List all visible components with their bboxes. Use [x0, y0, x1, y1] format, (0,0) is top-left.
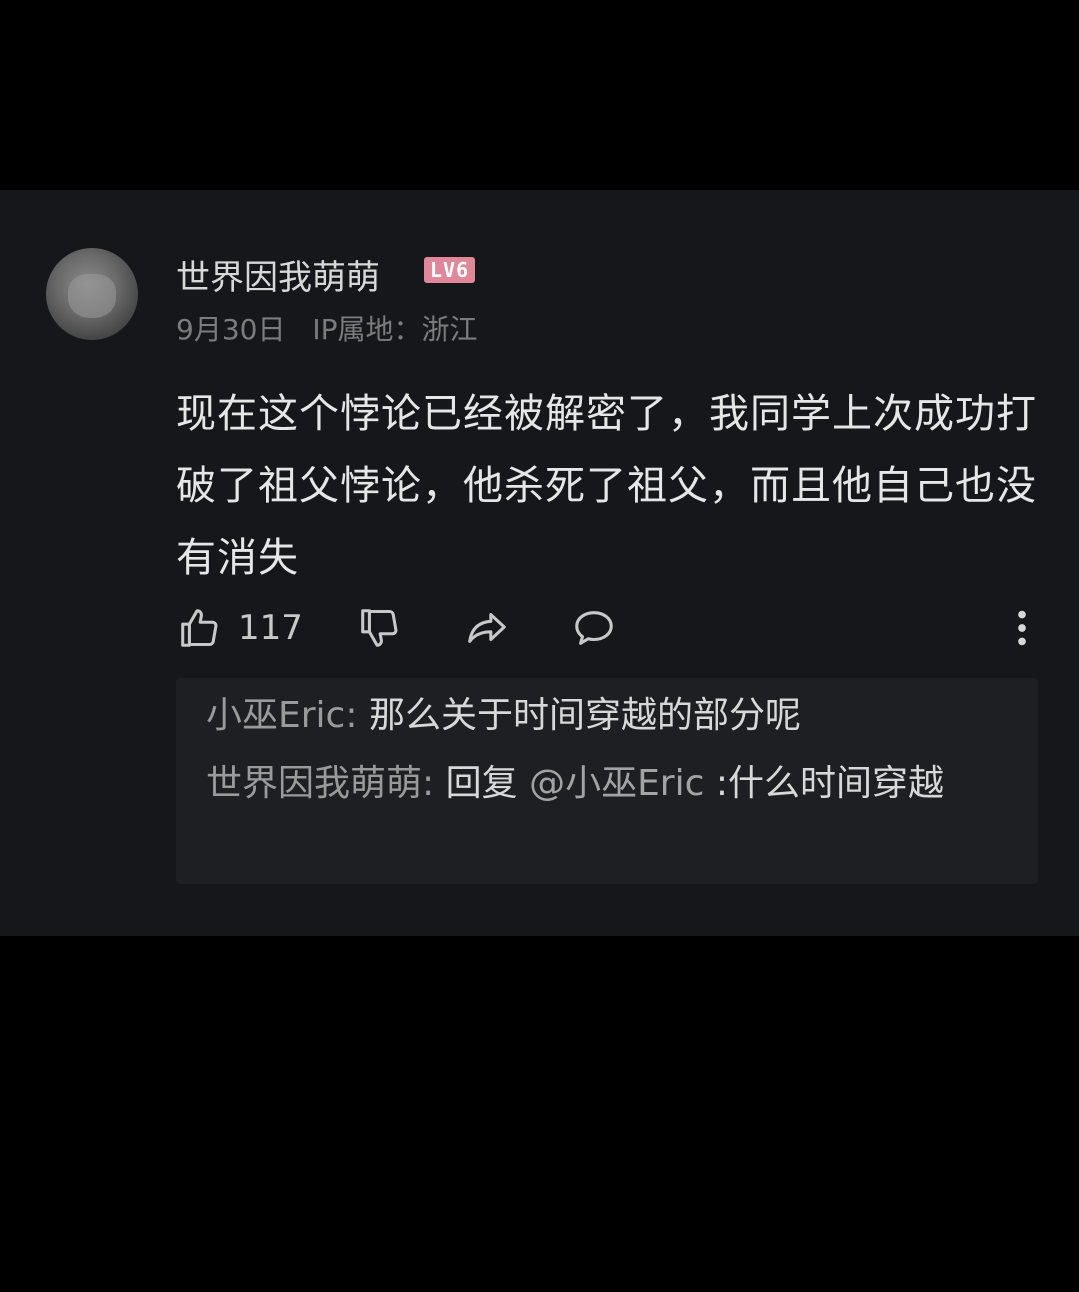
- dislike-button[interactable]: [356, 600, 402, 656]
- reply-author[interactable]: 世界因我萌萌:: [206, 763, 434, 804]
- share-icon: [464, 605, 510, 651]
- avatar-image: [68, 274, 116, 318]
- reply-prefix: 回复: [445, 763, 518, 804]
- more-button[interactable]: [1008, 600, 1036, 656]
- reply-text: :什么时间穿越: [715, 763, 944, 804]
- comment-meta: 9月30日 IP属地：浙江: [176, 308, 496, 348]
- comment-bubble-icon: [570, 605, 618, 651]
- reply-button[interactable]: [570, 600, 618, 656]
- comment-card: 世界因我萌萌 LV6 9月30日 IP属地：浙江 现在这个悖论已经被解密了，我同…: [0, 190, 1079, 936]
- avatar[interactable]: [46, 248, 138, 340]
- share-button[interactable]: [464, 600, 510, 656]
- reply-author[interactable]: 小巫Eric:: [206, 695, 357, 736]
- more-vertical-icon: [1008, 605, 1036, 651]
- reply-text: 那么关于时间穿越的部分呢: [368, 695, 801, 736]
- like-count: 117: [238, 608, 303, 648]
- reply-item[interactable]: 小巫Eric: 那么关于时间穿越的部分呢: [206, 686, 1006, 746]
- level-badge: LV6: [424, 257, 476, 283]
- reply-item[interactable]: 世界因我萌萌: 回复 @小巫Eric :什么时间穿越: [206, 754, 1006, 814]
- thumbs-down-icon: [356, 605, 402, 651]
- like-button[interactable]: 117: [176, 600, 303, 656]
- thumbs-up-icon: [176, 605, 222, 651]
- reply-mention[interactable]: @小巫Eric: [529, 763, 704, 804]
- replies-preview[interactable]: 小巫Eric: 那么关于时间穿越的部分呢 世界因我萌萌: 回复 @小巫Eric …: [176, 678, 1038, 884]
- username[interactable]: 世界因我萌萌: [176, 250, 380, 299]
- ip-location: IP属地：浙江: [312, 313, 478, 346]
- comment-date: 9月30日: [176, 313, 286, 346]
- comment-text: 现在这个悖论已经被解密了，我同学上次成功打破了祖父悖论，他杀死了祖父，而且他自己…: [176, 391, 1037, 581]
- comment-actions: 117: [176, 600, 1036, 656]
